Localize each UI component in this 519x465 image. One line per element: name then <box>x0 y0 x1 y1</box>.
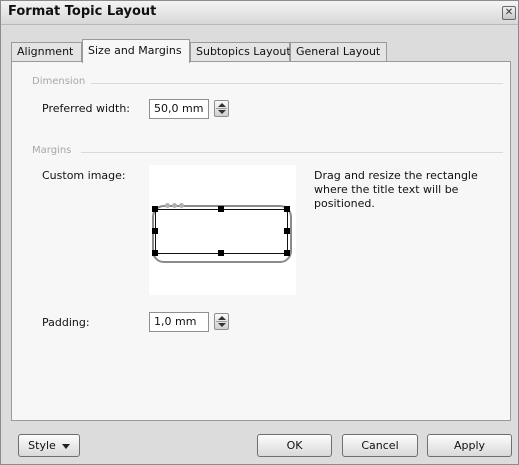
preferred-width-input[interactable]: 50,0 mm <box>149 99 209 119</box>
arrow-down-icon[interactable] <box>218 323 226 327</box>
close-icon: ✕ <box>504 7 514 18</box>
resize-handle-top[interactable] <box>218 206 224 212</box>
custom-image-hint: Drag and resize the rectangle where the … <box>314 169 478 210</box>
format-topic-layout-dialog: Format Topic Layout ✕ Alignment Size and… <box>0 0 519 465</box>
custom-image-label: Custom image: <box>42 169 126 182</box>
dot-marker <box>179 203 184 208</box>
dot-marker <box>165 203 170 208</box>
resize-handle-right[interactable] <box>284 228 290 234</box>
cancel-button[interactable]: Cancel <box>342 434 418 457</box>
resize-handle-bottom-left[interactable] <box>152 250 158 256</box>
padding-label: Padding: <box>42 316 90 329</box>
title-text-rectangle[interactable] <box>155 209 288 254</box>
arrow-up-icon[interactable] <box>218 103 226 107</box>
tab-strip: Alignment Size and Margins Subtopics Lay… <box>11 39 501 63</box>
dimension-group-divider <box>91 83 503 84</box>
style-menu-button[interactable]: Style <box>18 434 80 457</box>
resize-handle-left[interactable] <box>152 228 158 234</box>
padding-spinner[interactable] <box>214 313 229 330</box>
preferred-width-spinner[interactable] <box>214 100 229 117</box>
margins-group-label: Margins <box>32 145 77 156</box>
apply-button[interactable]: Apply <box>427 434 512 457</box>
title-bar[interactable]: Format Topic Layout ✕ <box>1 1 518 25</box>
arrow-down-icon[interactable] <box>218 110 226 114</box>
margins-group-divider <box>81 152 503 153</box>
dot-marker <box>172 203 177 208</box>
spinner-divider <box>216 321 227 322</box>
resize-handle-bottom-right[interactable] <box>284 250 290 256</box>
custom-image-editor[interactable] <box>149 165 296 295</box>
tab-alignment[interactable]: Alignment <box>11 42 82 62</box>
chevron-down-icon <box>61 443 70 449</box>
preferred-width-label: Preferred width: <box>42 102 131 115</box>
close-button[interactable]: ✕ <box>502 6 516 20</box>
dimension-group-label: Dimension <box>32 76 91 87</box>
spinner-divider <box>216 108 227 109</box>
tab-subtopics-layout[interactable]: Subtopics Layout <box>190 42 291 62</box>
style-button-label: Style <box>28 439 56 452</box>
arrow-up-icon[interactable] <box>218 316 226 320</box>
ok-button[interactable]: OK <box>257 434 332 457</box>
dialog-title: Format Topic Layout <box>8 4 157 19</box>
tab-general-layout[interactable]: General Layout <box>290 42 387 62</box>
resize-handle-top-right[interactable] <box>284 206 290 212</box>
resize-handle-bottom[interactable] <box>218 250 224 256</box>
resize-handle-top-left[interactable] <box>152 206 158 212</box>
tab-size-and-margins[interactable]: Size and Margins <box>82 39 190 63</box>
padding-input[interactable]: 1,0 mm <box>149 312 209 332</box>
